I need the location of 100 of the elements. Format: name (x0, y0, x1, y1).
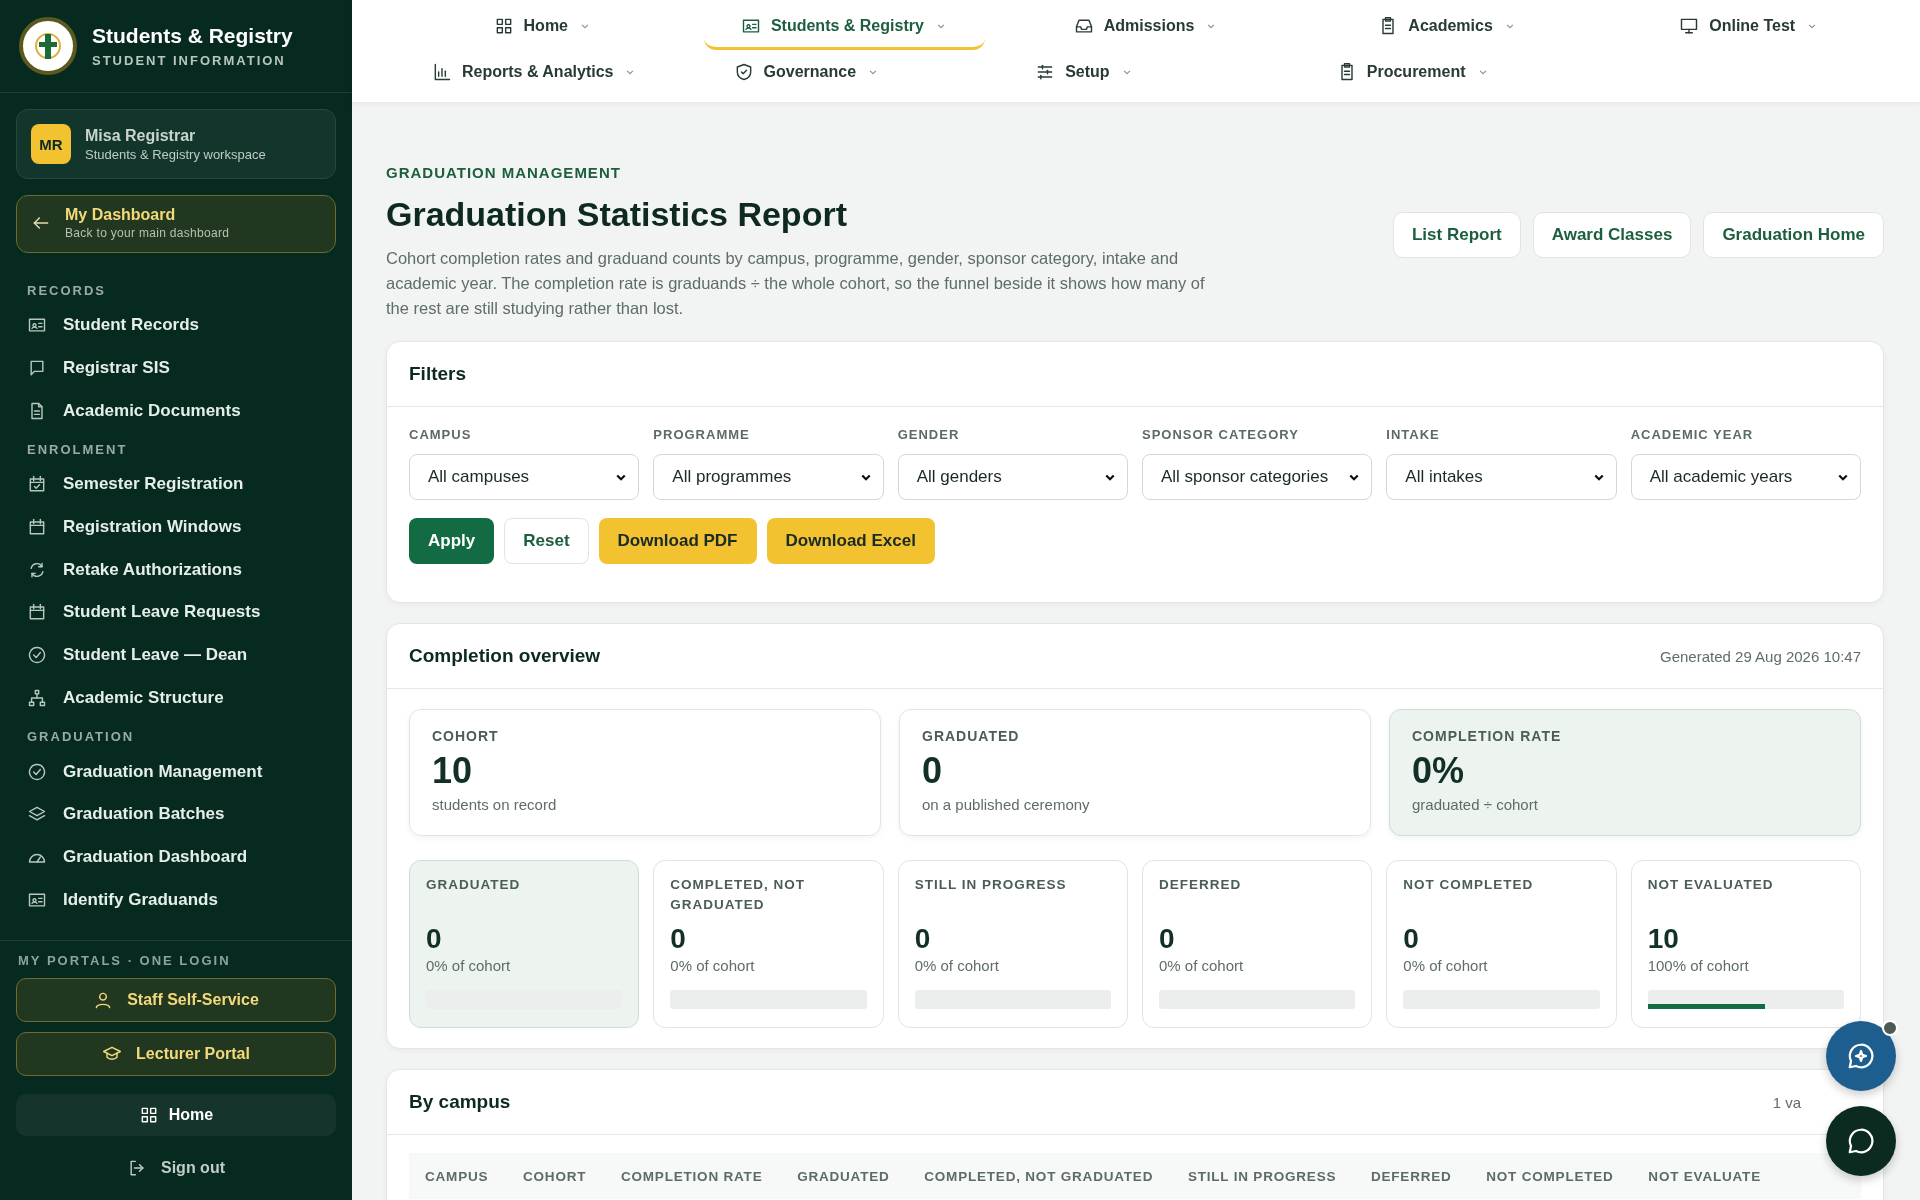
stat-label: COMPLETION RATE (1412, 728, 1563, 744)
column-header: NOT COMPLETED (1486, 1168, 1614, 1184)
field-label: CAMPUS (409, 427, 473, 442)
filter-button[interactable]: Apply (409, 518, 495, 564)
sidebar-item[interactable]: Academic Documents (27, 389, 325, 433)
stat-label: DEFERRED (1159, 876, 1243, 894)
nav-tab[interactable]: Home (402, 4, 684, 50)
stat-label: STILL IN PROGRESS (914, 876, 1068, 894)
stat-value: 0 (426, 922, 443, 955)
stat-caption: on a published ceremony (922, 796, 1091, 813)
sidebar-item[interactable]: Graduation Batches (27, 792, 325, 836)
section-heading: GRADUATION (27, 729, 136, 745)
section-heading: RECORDS (27, 283, 107, 298)
card-title: Completion overview (409, 645, 601, 667)
column-header: CAMPUS (425, 1168, 489, 1184)
column-header: NOT EVALUATE (1648, 1168, 1761, 1184)
portals-heading: MY PORTALS · ONE LOGIN (17, 953, 232, 968)
column-header: COHORT (523, 1168, 587, 1184)
portal-button[interactable]: Staff Self-Service (16, 978, 336, 1022)
stat-label: GRADUATED (426, 876, 522, 894)
stat-label: COHORT (432, 728, 500, 744)
check-circle-icon (27, 761, 47, 782)
stat-value: 0 (922, 750, 944, 792)
nav-tab[interactable]: Students & Registry (703, 4, 986, 50)
nav-tab[interactable]: Setup (1005, 50, 1287, 96)
stat-caption: 0% of cohort (914, 957, 1000, 974)
header-button[interactable]: Award Classes (1532, 212, 1692, 258)
dashboard-link[interactable]: My Dashboard Back to your main dashboard (16, 195, 336, 253)
card-title: Filters (409, 363, 467, 385)
dropdown-field[interactable]: All sponsor categories (1142, 454, 1373, 500)
sidebar-item[interactable]: Registration Windows (27, 505, 325, 549)
app-title: Students & Registry (92, 24, 293, 48)
sidebar-item[interactable]: Semester Registration (27, 463, 325, 506)
stat-label: NOT EVALUATED (1647, 876, 1775, 894)
column-header: COMPLETED, NOT GRADUATED (924, 1168, 1154, 1184)
stat-caption: 0% of cohort (1403, 957, 1489, 974)
app-subtitle: STUDENT INFORMATION (92, 53, 287, 68)
dropdown-field[interactable]: All programmes (653, 454, 884, 500)
stat-value: 0 (1159, 922, 1176, 955)
nav-tab[interactable]: Admissions (1005, 4, 1287, 50)
check-circle-icon (27, 645, 47, 666)
sidebar-item[interactable]: Graduation Dashboard (27, 835, 325, 879)
user-avatar: MR (31, 124, 71, 164)
field-label: GENDER (897, 427, 961, 442)
dropdown-field[interactable]: All academic years (1630, 454, 1861, 500)
stat-value: 0 (1403, 922, 1420, 955)
column-header: COMPLETION RATE (620, 1168, 763, 1184)
nav-tab[interactable]: Procurement (1306, 50, 1589, 96)
dashboard-link-title: My Dashboard (65, 206, 177, 224)
sidebar-item[interactable]: Retake Authorizations (27, 548, 325, 592)
section-heading: ENROLMENT (27, 442, 129, 458)
nav-tab[interactable]: Online Test (1608, 4, 1890, 50)
stat-value: 10 (1647, 922, 1680, 955)
stat-caption: students on record (432, 796, 558, 813)
column-header: STILL IN PROGRESS (1187, 1168, 1337, 1184)
sidebar-item[interactable]: Graduation Management (27, 750, 325, 793)
column-header: DEFERRED (1370, 1168, 1452, 1184)
stat-caption: 100% of cohort (1647, 957, 1750, 974)
sidebar-item[interactable]: Student Leave — Dean (27, 633, 325, 677)
stat-caption: 0% of cohort (1159, 957, 1245, 974)
dashboard-link-subtitle: Back to your main dashboard (65, 226, 230, 240)
header-button[interactable]: Graduation Home (1703, 212, 1884, 258)
card-title: By campus (409, 1091, 511, 1113)
dropdown-field[interactable]: All campuses (409, 454, 640, 500)
stat-value: 0 (670, 922, 687, 955)
stat-value: 0% (1412, 750, 1466, 792)
page-description: Cohort completion rates and graduand counts by campus, programme, gender, sponsor category, intake and academic year. The completion rate is graduands ÷ the whole cohort, so the funnel beside it shows how many of the rest are still studying rather than lost. (386, 248, 1206, 319)
sparkle-chat-icon (1846, 1041, 1876, 1071)
field-label: SPONSOR CATEGORY (1142, 427, 1300, 442)
sidebar-item[interactable]: Student Records (27, 304, 325, 347)
page-title: Graduation Statistics Report (386, 195, 848, 234)
generated-timestamp: Generated 29 Aug 2026 10:47 (1660, 647, 1861, 665)
stat-caption: 0% of cohort (670, 957, 756, 974)
sign-out-link[interactable]: Sign out (16, 1146, 336, 1190)
column-header: GRADUATED (797, 1168, 890, 1184)
dropdown-field[interactable]: All intakes (1386, 454, 1617, 500)
filter-button[interactable]: Reset (504, 518, 589, 564)
stat-caption: graduated ÷ cohort (1412, 796, 1539, 813)
user-workspace: Students & Registry workspace (85, 146, 266, 162)
nav-tab[interactable]: Reports & Analytics (402, 50, 684, 96)
stat-caption: 0% of cohort (426, 957, 512, 974)
sidebar-item[interactable]: Registrar SIS (27, 346, 325, 390)
header-button[interactable]: List Report (1393, 212, 1521, 258)
stat-label: GRADUATED (922, 728, 1021, 744)
nav-tab[interactable]: Academics (1306, 4, 1589, 50)
sidebar-item[interactable]: Student Leave Requests (27, 591, 325, 634)
hierarchy-icon (27, 687, 47, 708)
stat-label: COMPLETED, NOT GRADUATED (670, 876, 807, 914)
filter-button[interactable]: Download PDF (598, 518, 757, 564)
home-button[interactable]: Home (16, 1094, 336, 1136)
nav-tab[interactable]: Governance (703, 50, 986, 96)
dropdown-field[interactable]: All genders (897, 454, 1128, 500)
sidebar-item[interactable]: Identify Graduands (27, 878, 325, 921)
portal-button[interactable]: Lecturer Portal (16, 1032, 336, 1076)
filter-button[interactable]: Download Excel (766, 518, 935, 564)
bar-chart-icon (432, 61, 452, 82)
user-name: Misa Registrar (85, 126, 197, 145)
speech-bubble-icon (1846, 1126, 1876, 1156)
sidebar-item[interactable]: Academic Structure (27, 676, 325, 720)
stat-value: 0 (914, 922, 932, 955)
